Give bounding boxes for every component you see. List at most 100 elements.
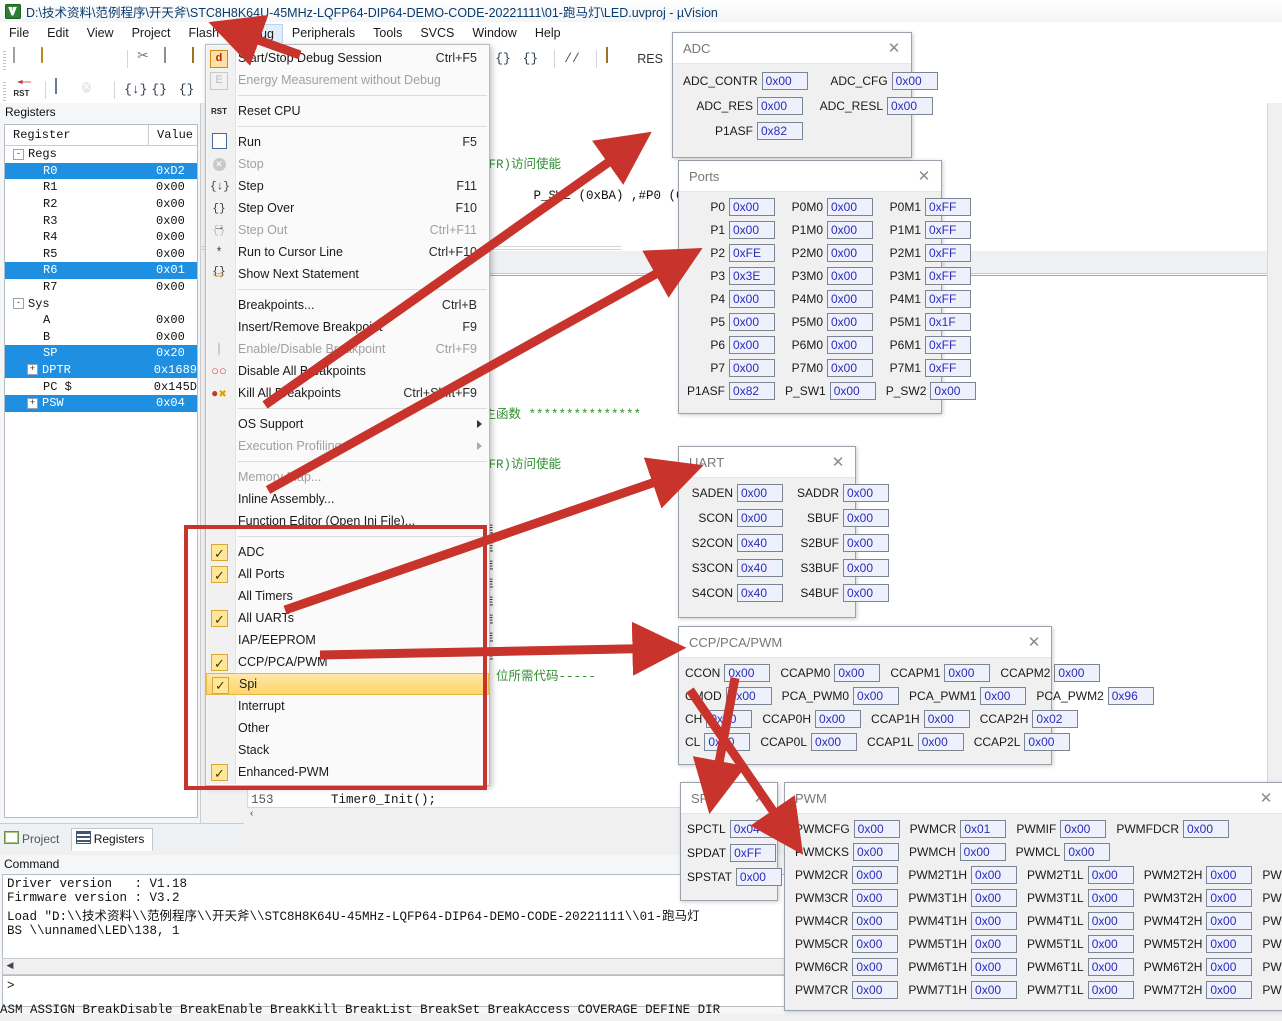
register-field-value[interactable]: 0xFF — [925, 359, 971, 377]
register-field-value[interactable]: 0x00 — [1087, 935, 1134, 953]
register-field-value[interactable]: 0x00 — [704, 733, 751, 751]
register-field-value[interactable]: 0x00 — [729, 359, 775, 377]
register-row[interactable]: - Sys — [5, 295, 197, 312]
register-field-value[interactable]: 0x00 — [1087, 912, 1134, 930]
menu-help[interactable]: Help — [526, 23, 570, 43]
line-numbers-button[interactable]: //≣ — [564, 48, 586, 88]
register-field-value[interactable]: 0xFF — [925, 221, 971, 239]
register-field-value[interactable]: 0x00 — [827, 198, 873, 216]
register-field-value[interactable]: 0x00 — [827, 221, 873, 239]
register-field-value[interactable]: 0x3E — [729, 267, 775, 285]
register-field-value[interactable]: 0x00 — [853, 687, 900, 705]
register-field-value[interactable]: 0x00 — [1206, 866, 1253, 884]
register-field-value[interactable]: 0x00 — [971, 981, 1018, 999]
expander-icon[interactable]: - — [13, 148, 24, 160]
register-field-value[interactable]: 0x00 — [827, 244, 873, 262]
cut-button[interactable]: ✂ — [137, 48, 159, 70]
menu-bar[interactable]: File Edit View Project Flash Debug Perip… — [0, 22, 1282, 45]
open-file-button[interactable] — [40, 47, 63, 70]
menu-debug[interactable]: Debug — [228, 23, 283, 43]
close-icon[interactable]: ✕ — [1249, 791, 1282, 806]
new-file-button[interactable] — [13, 47, 35, 70]
dialog-ccp-titlebar[interactable]: CCP/PCA/PWM ✕ — [679, 627, 1051, 658]
register-field-value[interactable]: 0x00 — [729, 290, 775, 308]
register-field-value[interactable]: 0x00 — [843, 484, 889, 502]
step-out-button[interactable]: {}↑ — [179, 79, 201, 119]
dialog-adc-titlebar[interactable]: ADC ✕ — [673, 33, 911, 64]
register-field-value[interactable]: 0x01 — [960, 820, 1007, 838]
register-row[interactable]: + PSW 0x04 — [5, 394, 197, 412]
register-row[interactable]: R0 0xD2 — [5, 162, 197, 180]
menu-item-insert-remove-breakpoint[interactable]: Insert/Remove Breakpoint F9 — [206, 316, 489, 338]
menu-view[interactable]: View — [78, 23, 123, 43]
register-field-value[interactable]: 0x00 — [843, 584, 889, 602]
register-field-value[interactable]: 0x00 — [815, 710, 862, 728]
register-field-value[interactable]: 0x00 — [827, 359, 873, 377]
toolbar-grip[interactable] — [3, 82, 6, 102]
register-field-value[interactable]: 0x02 — [1032, 710, 1079, 728]
register-field-value[interactable]: 0xFF — [925, 198, 971, 216]
register-field-value[interactable]: 0x00 — [1087, 958, 1134, 976]
menu-item-energy-measurement-without-debug[interactable]: E Energy Measurement without Debug — [206, 69, 489, 91]
close-icon[interactable]: ✕ — [877, 41, 911, 56]
register-field-value[interactable]: 0x00 — [757, 97, 803, 115]
toolbar-grip[interactable] — [3, 51, 6, 71]
checkmark-icon[interactable] — [211, 653, 228, 675]
menu-item-inline-assembly[interactable]: Inline Assembly... — [206, 488, 489, 510]
menu-peripherals[interactable]: Peripherals — [283, 23, 364, 43]
menu-item-step-over[interactable]: {}→ Step Over F10 — [206, 197, 489, 234]
register-field-value[interactable]: 0x00 — [729, 221, 775, 239]
register-field-value[interactable]: 0x00 — [1206, 958, 1253, 976]
register-field-value[interactable]: 0x00 — [971, 935, 1018, 953]
checkmark-icon[interactable] — [212, 676, 229, 696]
register-field-value[interactable]: 0x00 — [827, 336, 873, 354]
dialog-pwm-titlebar[interactable]: PWM ✕ — [785, 783, 1282, 814]
menu-item-breakpoints[interactable]: Breakpoints... Ctrl+B — [206, 294, 489, 316]
dialog-spi-titlebar[interactable]: SPI ✕ — [681, 783, 777, 814]
dialog-spi[interactable]: SPI ✕ SPCTL 0x04 SPDAT 0xFF SPSTAT 0x00 — [680, 782, 782, 901]
checkmark-icon[interactable] — [211, 763, 228, 785]
stop-button[interactable]: ✕ — [82, 79, 104, 101]
register-field-value[interactable]: 0x00 — [737, 484, 783, 502]
register-field-value[interactable]: 0x40 — [737, 584, 783, 602]
register-field-value[interactable]: 0x00 — [1182, 820, 1229, 838]
register-field-value[interactable]: 0x00 — [944, 664, 991, 682]
menu-tools[interactable]: Tools — [364, 23, 411, 43]
menu-item-disable-all-breakpoints[interactable]: ○○ Disable All Breakpoints — [206, 360, 489, 382]
register-field-value[interactable]: 0x00 — [827, 267, 873, 285]
register-field-value[interactable]: 0x00 — [853, 843, 899, 861]
dialog-adc[interactable]: ADC ✕ ADC_CONTR 0x00 ADC_CFG 0x00 ADC_RES 0x0… — [672, 32, 938, 158]
register-field-value[interactable]: 0x40 — [737, 559, 783, 577]
resources-button[interactable] — [605, 47, 628, 70]
menu-item-step-out[interactable]: {}↑ Step Out Ctrl+F11 — [206, 219, 489, 256]
register-field-value[interactable]: 0xFF — [925, 336, 971, 354]
uncomment-button[interactable]: {} — [523, 48, 545, 70]
register-field-value[interactable]: 0x00 — [843, 559, 889, 577]
expander-icon[interactable]: + — [27, 397, 38, 409]
dialog-ccp-pca-pwm[interactable]: CCP/PCA/PWM ✕ CCON 0x00 CCAPM0 0x00 CCAPM1 0x… — [678, 626, 1154, 765]
register-field-value[interactable]: 0x00 — [843, 534, 889, 552]
toolbar-debug[interactable]: RST ✕ {↓} {}→ {}↑ *{} 🔨 — [0, 75, 1282, 119]
menu-item-run-to-cursor-line[interactable]: *{} Run to Cursor Line Ctrl+F10 — [206, 241, 489, 278]
scroll-left-icon[interactable]: ◀ — [3, 959, 17, 972]
menu-item-enhanced-pwm[interactable]: Enhanced-PWM — [206, 761, 489, 785]
debug-dropdown-menu[interactable]: d Start/Stop Debug Session Ctrl+F5 E Energy … — [205, 44, 490, 786]
dialog-uart[interactable]: UART ✕ SADEN 0x00 SADDR 0x00 SCON 0x00 SBUF 0x0… — [678, 446, 889, 618]
run-button[interactable] — [55, 78, 77, 101]
menu-file[interactable]: File — [0, 23, 38, 43]
register-row[interactable]: PC $ 0x145D — [5, 378, 197, 395]
register-field-value[interactable]: 0x1F — [925, 313, 971, 331]
register-field-value[interactable]: 0x00 — [852, 935, 899, 953]
register-field-value[interactable]: 0x00 — [852, 912, 899, 930]
register-field-value[interactable]: 0x00 — [843, 509, 889, 527]
register-field-value[interactable]: 0x00 — [811, 733, 858, 751]
menu-edit[interactable]: Edit — [38, 23, 78, 43]
menu-item-all-ports[interactable]: All Ports — [206, 563, 489, 587]
register-field-value[interactable]: 0x00 — [959, 843, 1006, 861]
menu-flash[interactable]: Flash — [179, 23, 228, 43]
register-field-value[interactable]: 0x00 — [729, 313, 775, 331]
register-field-value[interactable]: 0x00 — [930, 382, 977, 400]
register-field-value[interactable]: 0x00 — [852, 889, 899, 907]
register-row[interactable]: R2 0x00 — [5, 196, 197, 213]
left-pane-tabs[interactable]: Project Registers — [0, 823, 244, 851]
